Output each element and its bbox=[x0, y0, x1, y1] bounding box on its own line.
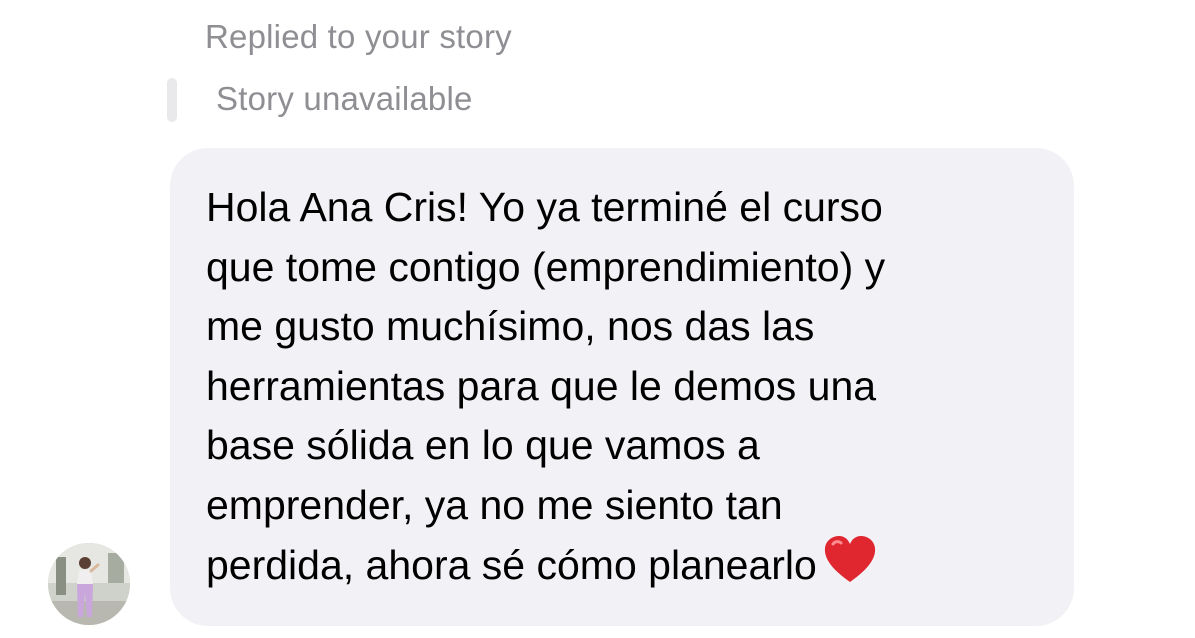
message-body: Hola Ana Cris! Yo ya terminé el curso qu… bbox=[206, 184, 886, 588]
red-heart-icon bbox=[823, 535, 877, 602]
message-text: Hola Ana Cris! Yo ya terminé el curso qu… bbox=[206, 178, 1038, 602]
sender-avatar[interactable] bbox=[48, 543, 130, 625]
story-quote-bar bbox=[167, 78, 177, 122]
story-unavailable-label[interactable]: Story unavailable bbox=[216, 80, 473, 118]
replied-to-story-label: Replied to your story bbox=[205, 18, 512, 55]
message-bubble[interactable]: Hola Ana Cris! Yo ya terminé el curso qu… bbox=[170, 148, 1074, 626]
